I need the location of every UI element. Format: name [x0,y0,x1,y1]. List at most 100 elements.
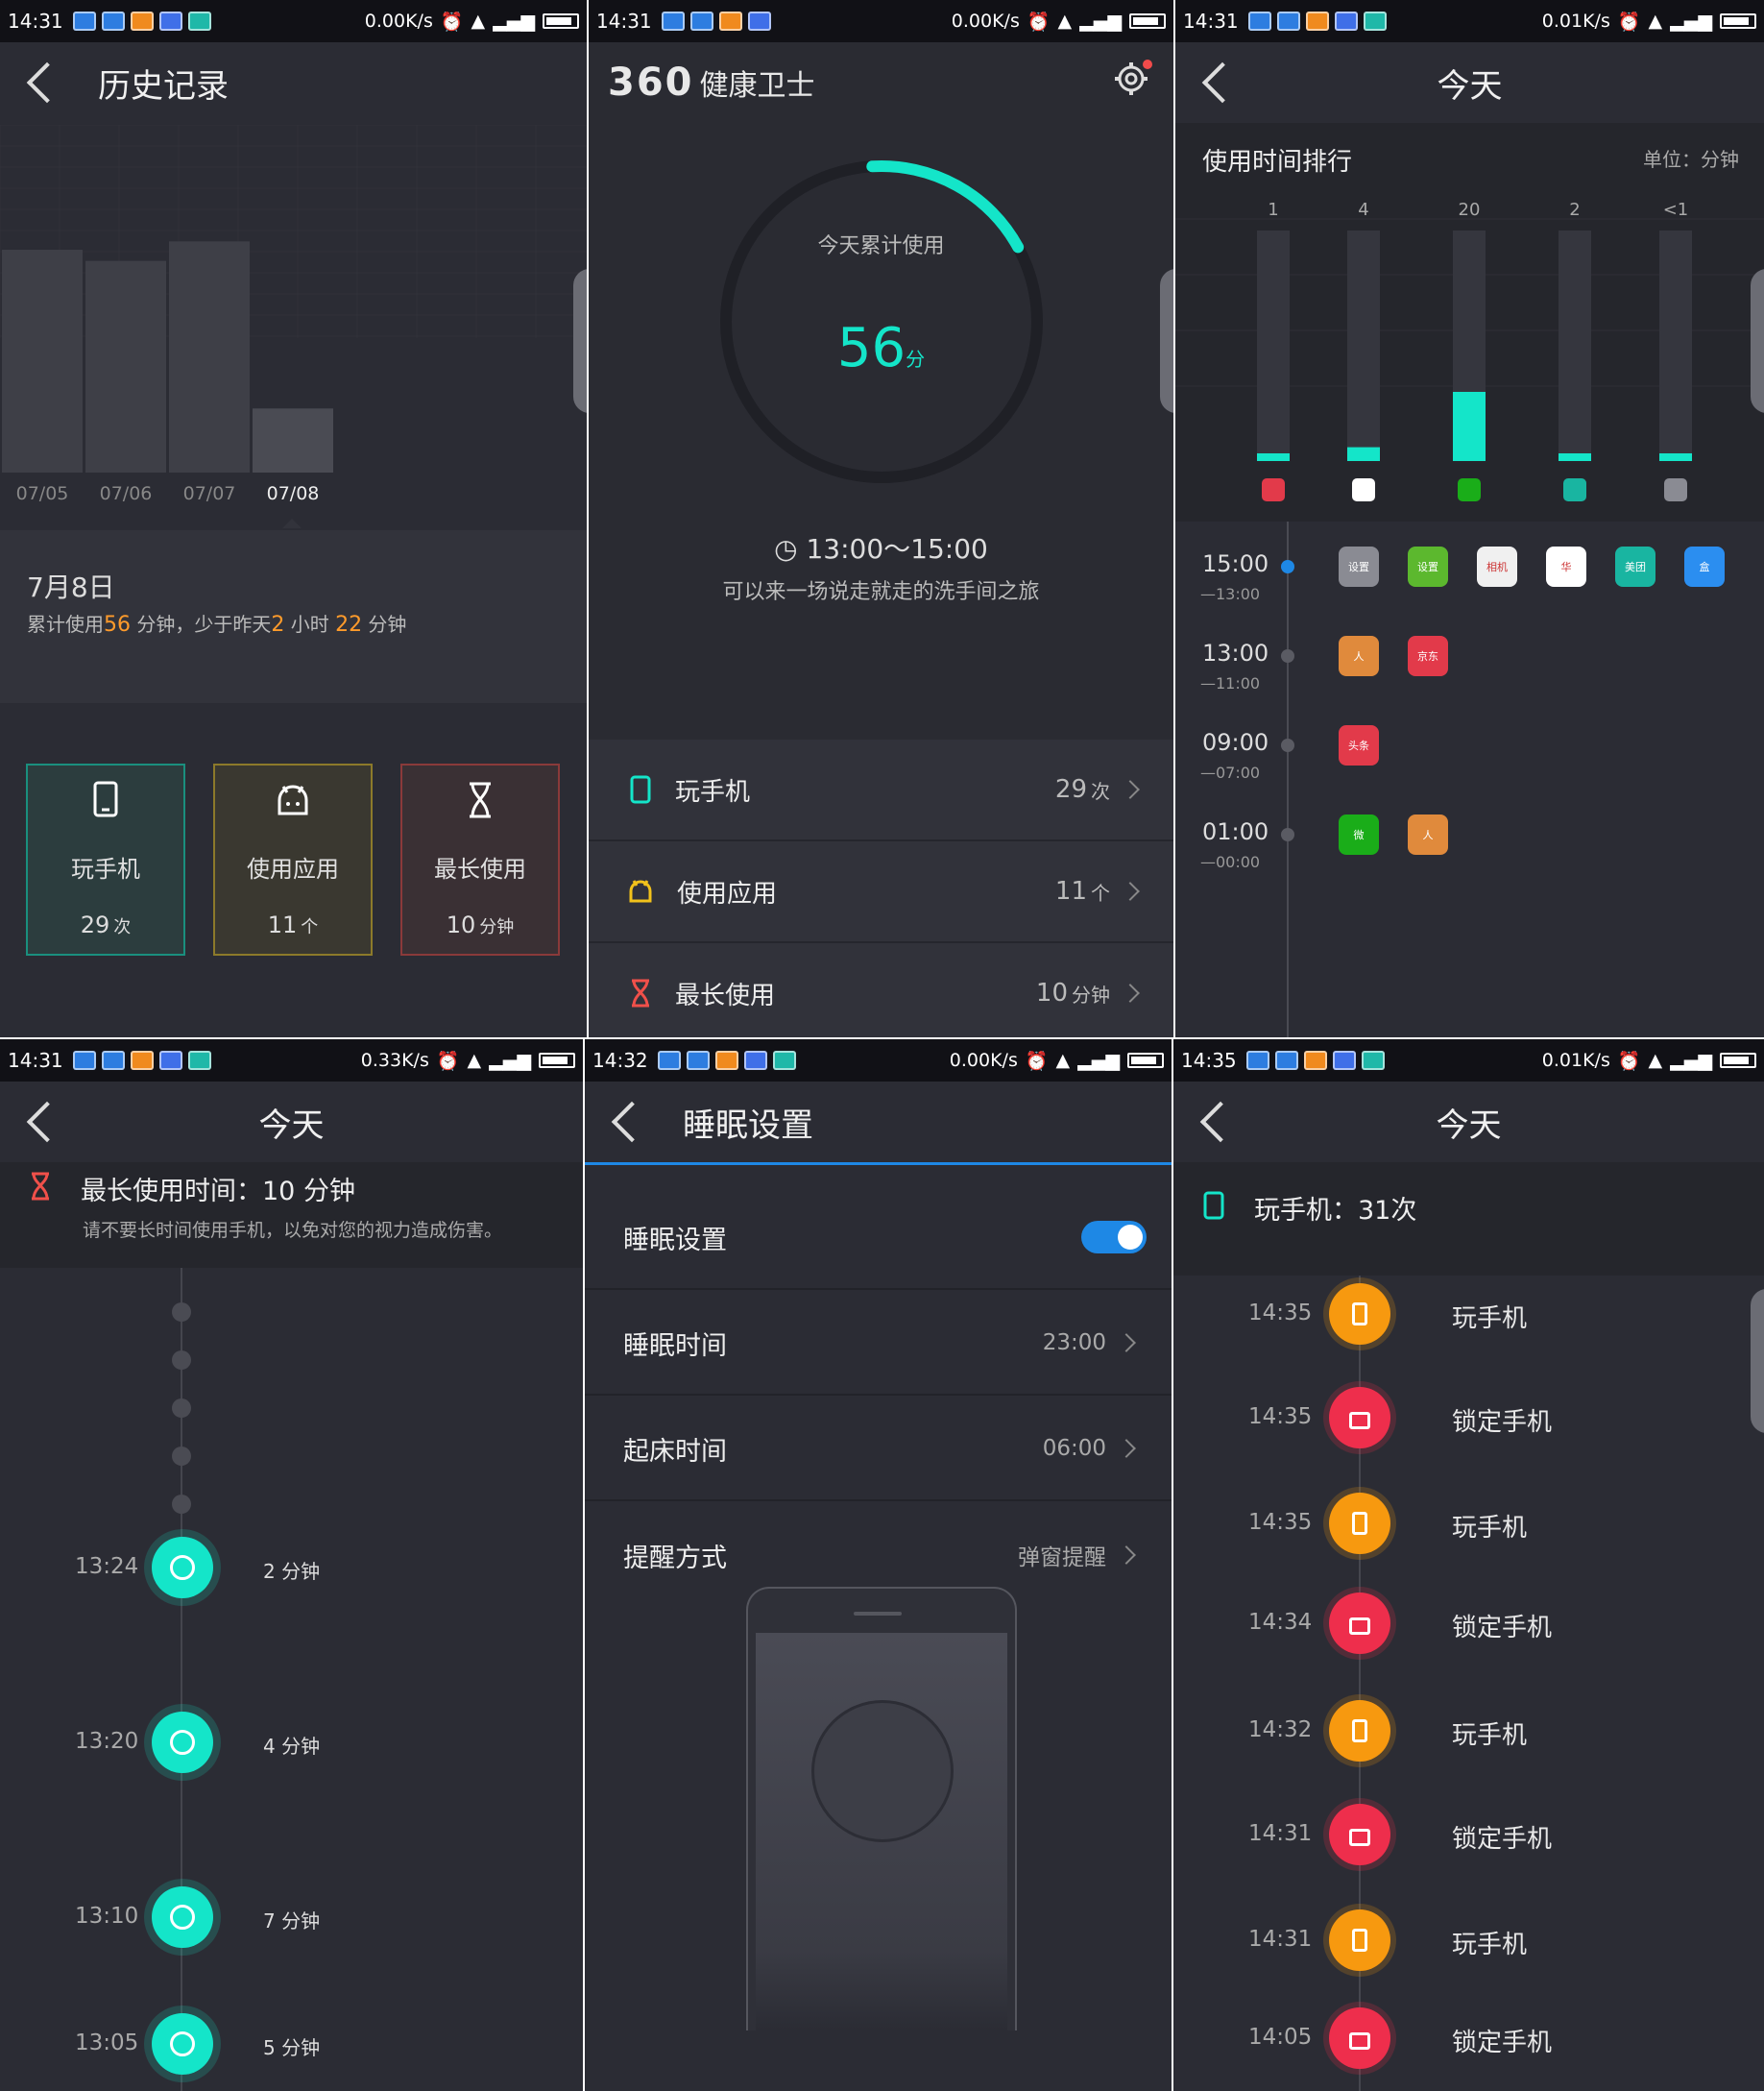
sleep-toggle[interactable] [1081,1221,1147,1253]
phone-icon [1352,1302,1367,1325]
signal-icon: ▂▄▆ [1077,1050,1120,1071]
summary-text: 累计使用56 分钟，少于昨天2 小时 22 分钟 [27,613,407,637]
scan-icon [772,1051,796,1070]
logo-number: 360 [608,61,694,105]
drag-handle[interactable] [573,269,587,413]
timeline-time: 01:00 [1202,818,1269,845]
phone-icon [1352,1512,1367,1535]
chevron-right-icon [1117,1545,1136,1565]
timeline-time: 09:00 [1202,729,1269,756]
logo-text: 健康卫士 [699,69,815,103]
app-icon[interactable]: 设置 [1339,547,1379,587]
network-speed: 0.00K/s [949,1050,1018,1071]
row-label: 提醒方式 [623,1543,727,1573]
app-icon[interactable]: 相机 [1477,547,1517,587]
history-chart: 07/05 07/06 07/07 07/08 [0,125,587,528]
timeline-dot [1281,739,1294,752]
date-tick-label: 07/07 [183,483,236,504]
app-icon[interactable]: 美团 [1615,547,1655,587]
stats-list: 玩手机 29 次 使用应用 11 个 最长使用 10 分钟 [589,740,1173,1037]
lock-badge[interactable] [1329,2007,1390,2069]
usage-bar [1453,392,1486,461]
sleep-time-row[interactable]: 睡眠时间 23:00 [585,1292,1172,1396]
ranking-chart: 1 4 20 2 <1 [1175,200,1764,501]
lock-badge[interactable] [1329,1804,1390,1865]
unlocks-header: 玩手机：31次 [1173,1162,1764,1276]
app-icon [1352,478,1375,501]
app-icon[interactable]: 微 [1339,815,1379,855]
row-label: 起床时间 [623,1436,727,1467]
event-time: 14:31 [1248,1821,1313,1846]
scan-icon [187,1051,211,1070]
usage-bar [1257,453,1290,461]
event-duration: 5 分钟 [263,2036,321,2059]
lock-icon [1349,1412,1370,1429]
clock-badge[interactable] [152,1537,213,1598]
card-label: 最长使用 [434,856,526,883]
event-duration: 7 分钟 [263,1909,321,1933]
section-title: 使用时间排行 [1202,148,1353,177]
play-phone-card[interactable]: 玩手机 29 次 [26,764,185,956]
back-icon[interactable] [611,1101,653,1143]
app-icon[interactable]: 华 [1546,547,1586,587]
app-icon[interactable]: 头条 [1339,725,1379,766]
row-label: 使用应用 [677,879,778,909]
wifi-icon: ▲ [1055,1050,1071,1071]
event-time: 14:31 [1248,1927,1313,1952]
wifi-icon: ▲ [471,11,486,32]
status-time: 14:31 [1183,10,1239,33]
app-icon [1303,1051,1327,1070]
history-bar [169,241,250,473]
sleep-toggle-row[interactable]: 睡眠设置 [585,1186,1172,1290]
play-badge[interactable] [1329,1283,1390,1345]
app-icon[interactable]: 人 [1408,815,1448,855]
header: 今天 [1175,42,1764,123]
app-icon[interactable]: 盒 [1684,547,1725,587]
alarm-icon: ⏰ [1027,11,1051,33]
date-tick-label: 07/05 [16,483,69,504]
drag-handle[interactable] [1751,269,1764,413]
drag-handle[interactable] [1160,269,1173,413]
apps-used-row[interactable]: 使用应用 11 个 [589,841,1173,943]
drag-handle[interactable] [1751,1289,1764,1433]
lock-badge[interactable] [1329,1593,1390,1654]
clock-icon [170,1555,195,1580]
scan-icon [1361,1051,1385,1070]
event-time: 14:35 [1248,1301,1313,1325]
clock-badge[interactable] [152,1886,213,1948]
app-icon[interactable]: 人 [1339,636,1379,676]
longest-use-card[interactable]: 最长使用 10 分钟 [400,764,560,956]
clock-badge[interactable] [152,1712,213,1773]
android-icon [278,785,308,815]
phone-icon [1352,1929,1367,1952]
app-icon[interactable]: 京东 [1408,636,1448,676]
wake-time-row[interactable]: 起床时间 06:00 [585,1398,1172,1501]
play-badge[interactable] [1329,1493,1390,1554]
timeline-subtime: —07:00 [1200,764,1261,782]
home-panel: 14:31 0.00K/s ⏰ ▲ ▂▄▆ 360 健康卫士 今天累计使用 56… [589,0,1173,1037]
clock-badge[interactable] [152,2013,213,2075]
settings-button[interactable] [1112,59,1152,107]
reminder-mode-value: 弹窗提醒 [1018,1545,1106,1570]
signal-icon: ▂▄▆ [493,11,535,32]
ranking-panel: 14:31 0.01K/s ⏰ ▲ ▂▄▆ 今天 使用时间排行 单位：分钟 1 … [1175,0,1764,1037]
battery-icon [1720,1053,1756,1068]
app-icon[interactable]: 设置 [1408,547,1448,587]
app-icon [130,12,154,31]
longest-use-row[interactable]: 最长使用 10 分钟 [589,943,1173,1037]
shield-icon [1332,1051,1356,1070]
apps-used-card[interactable]: 使用应用 11 个 [213,764,373,956]
app-icon [718,12,742,31]
bar-track [1559,231,1591,461]
back-icon[interactable] [26,61,68,104]
play-badge[interactable] [1329,1909,1390,1971]
timeline-line [181,1268,182,2091]
app-logo: 360 健康卫士 [608,61,815,105]
play-badge[interactable] [1329,1700,1390,1762]
clock-icon: ◷ [774,533,798,565]
lock-badge[interactable] [1329,1387,1390,1448]
play-phone-row[interactable]: 玩手机 29 次 [589,740,1173,841]
network-speed: 0.33K/s [360,1050,429,1071]
card-label: 使用应用 [247,856,339,883]
card-value: 29 次 [80,912,132,938]
